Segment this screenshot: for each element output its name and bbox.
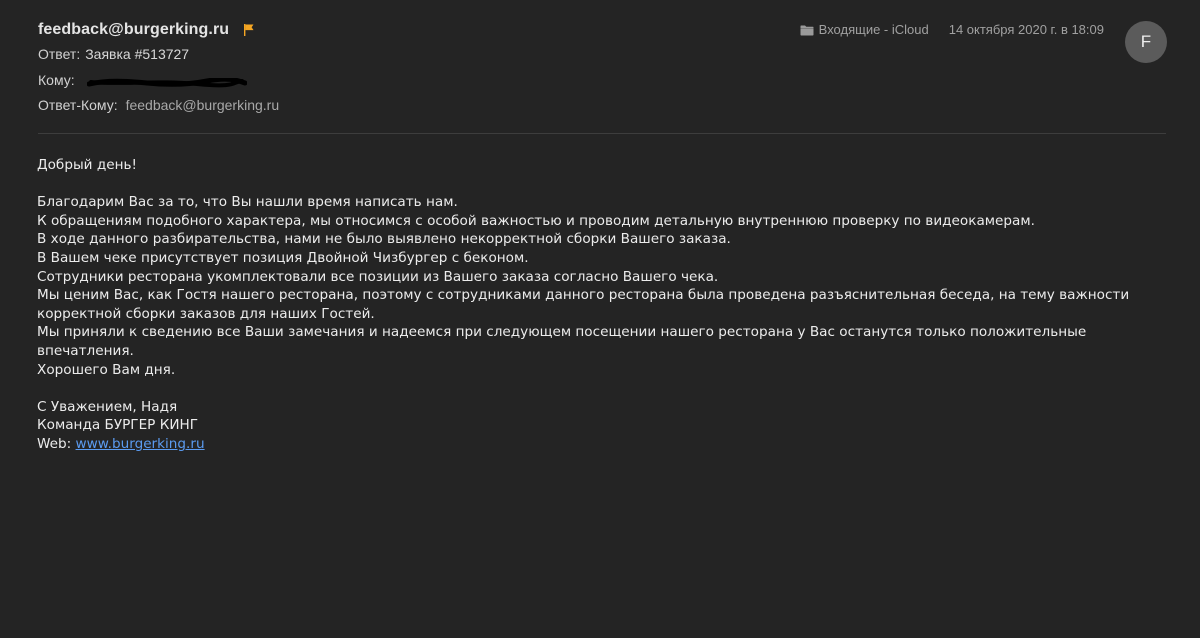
signature-name: С Уважением, Надя (37, 398, 178, 415)
body-line: Сотрудники ресторана укомплектовали все … (37, 268, 719, 285)
body-line: В ходе данного разбирательства, нами не … (37, 231, 731, 248)
body-line: Хорошего Вам дня. (37, 361, 176, 378)
reply-to-address[interactable]: feedback@burgerking.ru (126, 97, 280, 113)
greeting: Добрый день! (37, 157, 137, 173)
flag-icon[interactable] (243, 23, 255, 37)
message-meta: Входящие - iCloud 14 октября 2020 г. в 1… (800, 22, 1104, 37)
redacted-recipient (86, 75, 248, 88)
reply-to-row: Ответ-Кому: feedback@burgerking.ru (38, 97, 279, 113)
subject-label: Ответ: (38, 46, 81, 62)
folder-icon (800, 24, 814, 36)
mailbox-name[interactable]: Входящие - iCloud (819, 22, 929, 37)
signature-team: Команда БУРГЕР КИНГ (37, 417, 199, 434)
sender-address[interactable]: feedback@burgerking.ru (38, 21, 229, 39)
mail-message-window: feedback@burgerking.ru Ответ: Заявка #51… (0, 0, 1200, 638)
signature-web: Web: www.burgerking.ru (37, 435, 1177, 454)
header-divider (38, 133, 1166, 134)
subject-text: Заявка #513727 (85, 46, 190, 62)
web-label: Web: (37, 435, 72, 452)
subject-row: Ответ: Заявка #513727 (38, 46, 189, 62)
sender-avatar[interactable]: F (1125, 21, 1167, 63)
body-line: Мы ценим Вас, как Гостя нашего ресторана… (37, 287, 1130, 322)
website-link[interactable]: www.burgerking.ru (76, 436, 205, 452)
avatar-initial: F (1140, 32, 1152, 51)
body-line: Благодарим Вас за то, что Вы нашли время… (37, 194, 458, 211)
to-label: Кому: (38, 72, 75, 88)
message-body: Добрый день! Благодарим Вас за то, что В… (37, 156, 1177, 454)
body-line: Мы приняли к сведению все Ваши замечания… (37, 324, 1087, 359)
body-line: В Вашем чеке присутствует позиция Двойно… (37, 249, 529, 266)
reply-to-label: Ответ-Кому: (38, 97, 118, 113)
message-header: feedback@burgerking.ru Ответ: Заявка #51… (38, 0, 1167, 133)
to-row: Кому: (38, 72, 248, 88)
message-date: 14 октября 2020 г. в 18:09 (948, 22, 1104, 37)
body-line: К обращениям подобного характера, мы отн… (37, 212, 1035, 229)
sender-row: feedback@burgerking.ru (38, 19, 255, 41)
